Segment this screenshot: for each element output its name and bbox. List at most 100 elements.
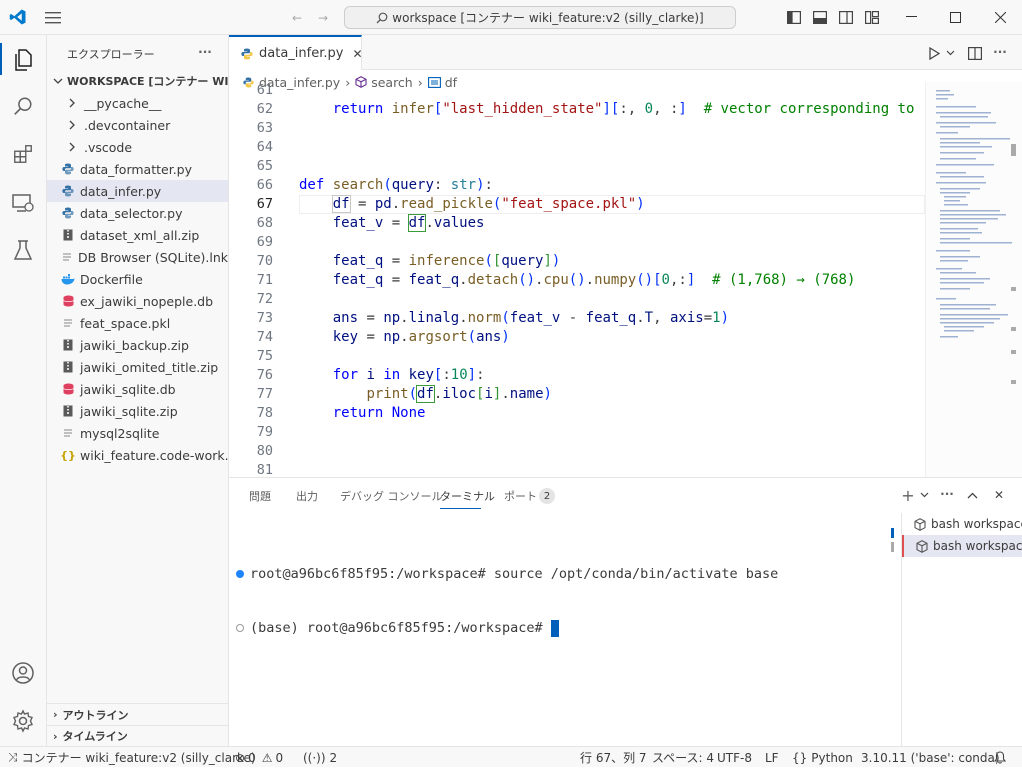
terminal-line-2: (base) root@a96bc6f85f95:/workspace#	[250, 620, 551, 636]
line-number: 66	[256, 177, 273, 193]
minimize-window-icon[interactable]	[896, 8, 926, 26]
testing-flask-icon[interactable]	[8, 235, 38, 265]
python-interpreter[interactable]: 3.10.11 ('base': conda)	[861, 747, 1000, 768]
close-tab-icon[interactable]: ✕	[352, 47, 362, 61]
search-icon[interactable]	[8, 92, 38, 122]
extensions-icon[interactable]	[8, 139, 38, 169]
outline-section[interactable]: › アウトライン	[47, 703, 228, 725]
split-editor-icon[interactable]	[967, 45, 983, 61]
terminal-instance-1[interactable]: bash workspace	[902, 513, 1022, 535]
tree-item[interactable]: data_selector.py	[47, 202, 228, 224]
editor-more-actions-icon[interactable]: ···	[991, 44, 1009, 60]
encoding[interactable]: UTF-8	[717, 747, 752, 768]
end-of-line[interactable]: LF	[765, 747, 779, 768]
database-icon	[61, 382, 75, 396]
error-count: 0	[248, 750, 256, 765]
file-lines-icon	[61, 316, 75, 330]
terminal-cube-icon	[916, 539, 928, 553]
tab-debug-console[interactable]: デバッグ コンソール	[340, 478, 443, 513]
code-line-73: ans = np.linalg.norm(feat_v - feat_q.T, …	[332, 310, 729, 326]
remote-indicator[interactable]: ⤨ コンテナー wiki_feature:v2 (silly_clarke)	[8, 747, 256, 768]
maximize-window-icon[interactable]	[940, 8, 970, 26]
tree-item[interactable]: __pycache__	[47, 92, 228, 114]
status-bar: ⤨ コンテナー wiki_feature:v2 (silly_clarke) ⊗…	[0, 746, 1022, 767]
code-line-62: return infer["last_hidden_state"][:, 0, …	[332, 101, 925, 117]
title-bar: ← → workspace [コンテナー wiki_feature:v2 (si…	[0, 0, 1022, 35]
tree-item[interactable]: jawiki_omited_title.zip	[47, 356, 228, 378]
close-panel-icon[interactable]: ✕	[992, 488, 1006, 502]
toggle-primary-sidebar-icon[interactable]	[786, 9, 802, 25]
terminal-output[interactable]: root@a96bc6f85f95:/workspace# source /op…	[236, 529, 886, 637]
zip-file-icon	[61, 404, 75, 418]
active-tab-underline	[440, 508, 481, 509]
command-center-search[interactable]: workspace [コンテナー wiki_feature:v2 (silly_…	[344, 6, 736, 29]
tab-data-infer[interactable]: data_infer.py ✕	[229, 35, 363, 70]
tree-item[interactable]: jawiki_sqlite.zip	[47, 400, 228, 422]
more-actions-icon[interactable]: ···	[195, 43, 215, 61]
python-file-icon	[61, 184, 75, 198]
forwarded-ports-indicator[interactable]: ((·)) 2	[303, 747, 337, 768]
run-dropdown-chevron-icon[interactable]	[944, 45, 956, 61]
tree-item[interactable]: ex_jawiki_nopeple.db	[47, 290, 228, 312]
line-number-gutter: 61 62 63 64 65 66 67 68 69 70 71 72 73 74 75 76 77 78 79 80…	[229, 82, 289, 477]
chevron-right-icon	[65, 96, 79, 110]
tree-item[interactable]: Dockerfile	[47, 268, 228, 290]
line-number: 64	[256, 139, 273, 155]
tree-item-label: .devcontainer	[84, 117, 171, 133]
timeline-section[interactable]: › タイムライン	[47, 725, 228, 746]
account-icon[interactable]	[8, 658, 38, 688]
tree-item[interactable]: data_infer.py	[47, 180, 228, 202]
tab-ports[interactable]: ポート	[504, 478, 537, 513]
minimap[interactable]	[925, 82, 1022, 477]
terminal-line-1: root@a96bc6f85f95:/workspace# source /op…	[250, 566, 779, 582]
indentation[interactable]: スペース: 4	[652, 747, 714, 768]
terminal-instance-2[interactable]: bash workspace	[902, 535, 1022, 557]
settings-gear-icon[interactable]	[8, 706, 38, 736]
terminal-cube-icon	[914, 517, 926, 531]
toggle-panel-icon[interactable]	[812, 9, 828, 25]
tree-item[interactable]: .vscode	[47, 136, 228, 158]
tab-output[interactable]: 出力	[296, 478, 318, 513]
run-python-file-icon[interactable]	[927, 45, 941, 61]
language-mode[interactable]: {} Python	[792, 747, 853, 768]
customize-layout-icon[interactable]	[864, 9, 880, 25]
sidebar-title: エクスプローラー	[67, 48, 155, 61]
new-terminal-plus-icon[interactable]: +	[900, 486, 916, 505]
terminal-instance-label: bash workspace	[933, 539, 1022, 553]
problems-indicator[interactable]: ⊗ 0 ⚠ 0	[235, 747, 283, 768]
tree-item[interactable]: {} wiki_feature.code-work...	[47, 444, 228, 466]
notifications-bell-icon[interactable]	[994, 747, 1006, 768]
tree-item-label: .vscode	[84, 139, 133, 155]
forward-arrow-icon[interactable]: →	[314, 9, 332, 27]
tree-item-label: jawiki_sqlite.db	[80, 381, 176, 397]
line-number: 80	[256, 443, 273, 459]
terminal-dropdown-chevron-icon[interactable]	[919, 489, 929, 501]
tree-item[interactable]: .devcontainer	[47, 114, 228, 136]
tree-item[interactable]: jawiki_backup.zip	[47, 334, 228, 356]
tab-problems[interactable]: 問題	[249, 478, 271, 513]
toggle-secondary-sidebar-icon[interactable]	[838, 9, 854, 25]
code-line-67: df = pd.read_pickle("feat_space.pkl")	[331, 195, 645, 213]
command-center-text: workspace [コンテナー wiki_feature:v2 (silly_…	[392, 11, 704, 25]
workspace-root[interactable]: WORKSPACE [コンテナー WIKI_...	[47, 70, 228, 92]
panel-more-actions-icon[interactable]: ···	[938, 486, 956, 502]
tree-item[interactable]: data_formatter.py	[47, 158, 228, 180]
code-line-66: def search(query: str):	[299, 177, 493, 193]
command-pending-dot	[236, 624, 244, 632]
menu-icon[interactable]	[42, 8, 64, 28]
line-number: 75	[256, 348, 273, 364]
cursor-position[interactable]: 行 67、列 7	[580, 747, 647, 768]
close-window-icon[interactable]	[985, 8, 1015, 26]
tree-item[interactable]: feat_space.pkl	[47, 312, 228, 334]
code-editor[interactable]: return infer["last_hidden_state"][:, 0, …	[299, 82, 925, 477]
explorer-icon[interactable]	[8, 45, 38, 75]
maximize-panel-icon[interactable]	[965, 488, 979, 502]
tree-item[interactable]: DB Browser (SQLite).lnk	[47, 246, 228, 268]
back-arrow-icon[interactable]: ←	[288, 9, 306, 27]
line-number: 77	[256, 386, 273, 402]
tree-item[interactable]: dataset_xml_all.zip	[47, 224, 228, 246]
remote-explorer-icon[interactable]	[8, 188, 38, 218]
terminal-list: bash workspace bash workspace	[901, 513, 1022, 747]
tree-item[interactable]: mysql2sqlite	[47, 422, 228, 444]
tree-item[interactable]: jawiki_sqlite.db	[47, 378, 228, 400]
